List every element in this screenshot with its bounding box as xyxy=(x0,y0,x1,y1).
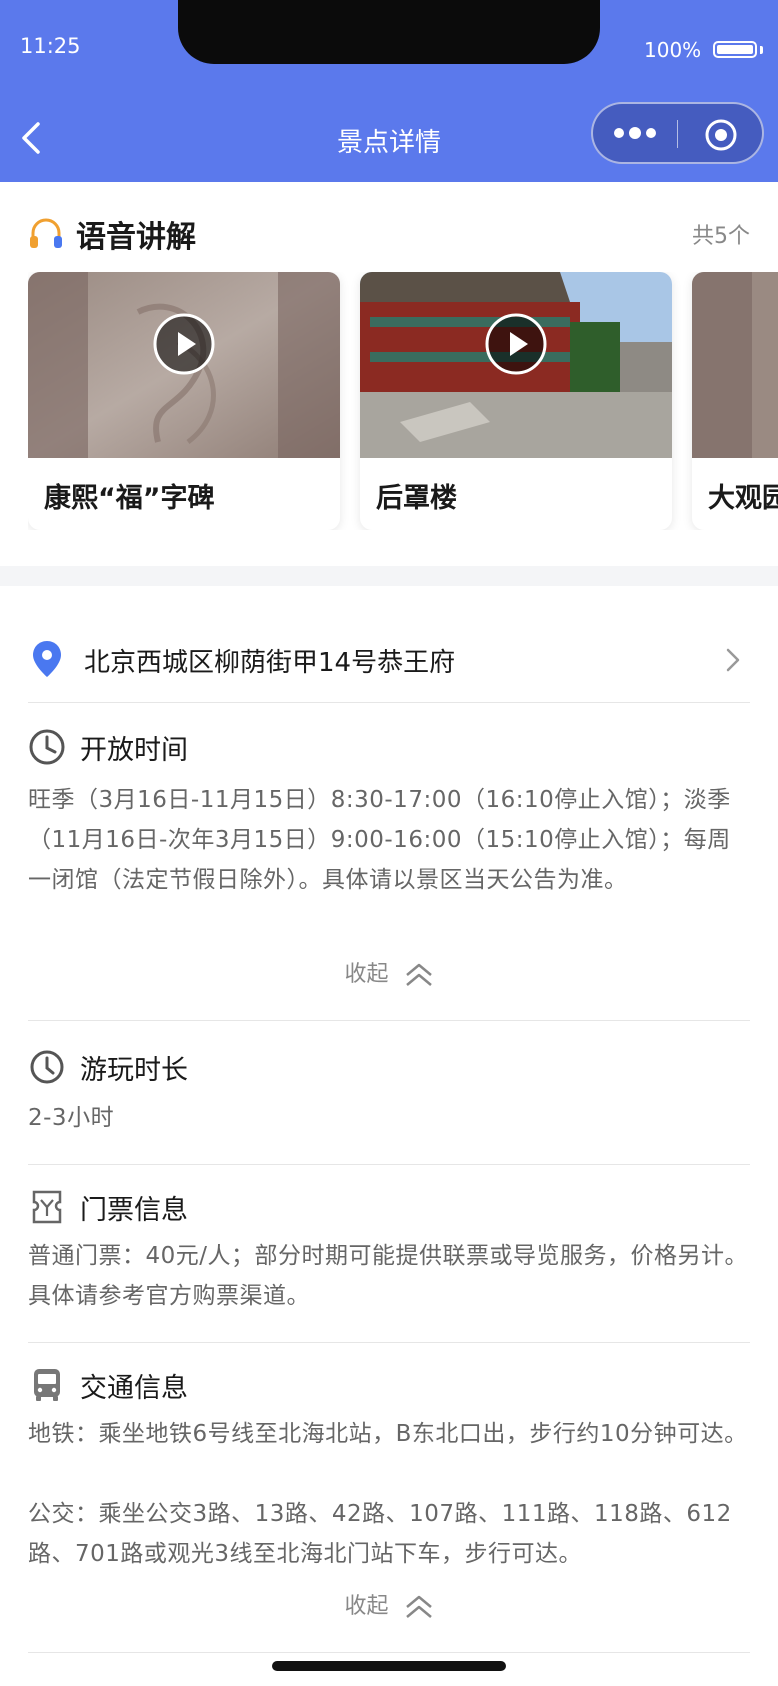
ticket-header: 门票信息 xyxy=(28,1186,750,1226)
collapse-label: 收起 xyxy=(344,962,389,987)
miniprogram-capsule xyxy=(591,102,764,164)
audio-card-list: 康熙“福”字碑 后罩楼 大观园 xyxy=(28,272,778,530)
play-icon[interactable] xyxy=(152,312,216,376)
divider xyxy=(28,1164,750,1165)
nav-header: 11:25 100% 景点详情 xyxy=(0,0,778,182)
duration-header: 游玩时长 xyxy=(28,1046,750,1086)
audio-guide-title: 语音讲解 xyxy=(76,220,196,255)
transport-bus-text: 公交：乘坐公交3路、13路、42路、107路、111路、118路、612路、70… xyxy=(28,1501,732,1567)
more-dots-icon[interactable] xyxy=(611,122,659,144)
duration-text: 2-3小时 xyxy=(28,1105,115,1131)
capsule-separator xyxy=(677,120,678,148)
divider xyxy=(28,1652,750,1653)
location-pin-icon xyxy=(33,641,61,677)
audio-card[interactable]: 大观园 xyxy=(692,272,778,530)
transport-subway-text: 地铁：乘坐地铁6号线至北海北站，B东北口出，步行约10分钟可达。 xyxy=(28,1421,748,1447)
ticket-text: 普通门票：40元/人；部分时期可能提供联票或导览服务，价格另计。具体请参考官方购… xyxy=(28,1243,749,1309)
ticket-title: 门票信息 xyxy=(80,1195,188,1226)
chevron-right-icon xyxy=(726,648,740,672)
close-target-icon[interactable] xyxy=(703,117,739,153)
ticket-icon xyxy=(32,1190,62,1224)
clock-icon xyxy=(30,1050,64,1084)
collapse-button[interactable]: 收起 xyxy=(0,1588,778,1621)
clock-icon xyxy=(29,729,65,765)
transport-title: 交通信息 xyxy=(80,1373,188,1404)
status-time: 11:25 xyxy=(20,34,81,58)
divider xyxy=(28,1020,750,1021)
headphones-icon xyxy=(30,218,62,248)
garden-image xyxy=(692,272,778,458)
address-text: 北京西城区柳荫街甲14号恭王府 xyxy=(84,648,456,678)
home-indicator xyxy=(272,1661,506,1671)
collapse-label: 收起 xyxy=(344,1594,389,1619)
audio-card[interactable]: 后罩楼 xyxy=(360,272,672,530)
opening-hours-text: 旺季（3月16日-11月15日）8:30-17:00（16:10停止入馆）；淡季… xyxy=(28,787,731,893)
opening-hours-title: 开放时间 xyxy=(80,735,188,766)
battery-percent: 100% xyxy=(644,38,702,62)
section-gap xyxy=(0,566,778,586)
battery-icon xyxy=(713,41,757,58)
audio-guide-header: 语音讲解 共5个 xyxy=(28,212,750,255)
audio-guide-count[interactable]: 共5个 xyxy=(692,218,750,250)
play-icon[interactable] xyxy=(484,312,548,376)
transport-header: 交通信息 xyxy=(28,1364,750,1404)
audio-card-title: 后罩楼 xyxy=(376,483,457,514)
chevron-up-double-icon xyxy=(405,963,432,986)
battery-tip xyxy=(760,46,763,54)
divider xyxy=(28,1342,750,1343)
bus-icon xyxy=(34,1369,60,1401)
audio-card-title: 康熙“福”字碑 xyxy=(44,483,215,514)
duration-title: 游玩时长 xyxy=(80,1055,188,1086)
divider xyxy=(28,702,750,703)
collapse-button[interactable]: 收起 xyxy=(0,956,778,989)
opening-hours-header: 开放时间 xyxy=(28,726,750,766)
address-row[interactable]: 北京西城区柳荫街甲14号恭王府 xyxy=(28,636,750,684)
audio-card-title: 大观园 xyxy=(708,483,778,514)
device-notch xyxy=(178,0,600,64)
chevron-up-double-icon xyxy=(405,1595,432,1618)
audio-card[interactable]: 康熙“福”字碑 xyxy=(28,272,340,530)
